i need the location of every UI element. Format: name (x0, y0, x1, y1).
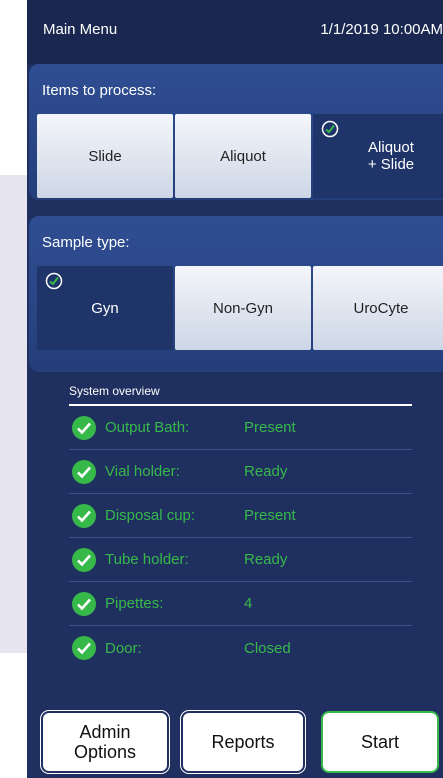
option-label: UroCyte (353, 299, 409, 317)
overview-value: Ready (244, 463, 288, 480)
datetime: 1/1/2019 10:00AM (320, 21, 443, 38)
overview-title: System overview (69, 384, 412, 406)
items-options: Slide Aliquot Aliquot + Slide (37, 114, 443, 198)
overview-value: Present (244, 507, 296, 524)
device-screen: Main Menu 1/1/2019 10:00AM Items to proc… (27, 0, 443, 778)
check-circle-icon (72, 503, 96, 528)
start-label: Start (360, 732, 399, 752)
overview-row: Door: Closed (69, 626, 412, 670)
overview-row: Output Bath: Present (69, 406, 412, 450)
reports-button[interactable]: Reports (180, 710, 306, 774)
option-aliquot[interactable]: Aliquot (175, 114, 311, 198)
overview-value: Ready (244, 551, 288, 568)
screen-title: Main Menu (43, 21, 118, 38)
overview-label: Vial holder: (105, 463, 180, 480)
check-circle-icon (72, 415, 96, 440)
overview-label: Pipettes: (105, 595, 164, 612)
option-gyn[interactable]: Gyn (37, 266, 173, 350)
sample-type-section: Sample type: Gyn Non-Gyn UroCyte (29, 216, 443, 372)
items-to-process-label: Items to process: (42, 82, 157, 99)
overview-value: 4 (244, 595, 253, 612)
overview-value: Closed (244, 639, 291, 657)
option-non-gyn[interactable]: Non-Gyn (175, 266, 311, 350)
overview-row: Tube holder: Ready (69, 538, 412, 582)
option-slide[interactable]: Slide (37, 114, 173, 198)
overview-row: Disposal cup: Present (69, 494, 412, 538)
overview-label: Tube holder: (105, 551, 189, 568)
check-circle-icon (72, 636, 96, 660)
option-label: Aliquot + Slide (367, 139, 415, 173)
overview-row: Vial holder: Ready (69, 450, 412, 494)
option-label: Non-Gyn (212, 299, 274, 317)
overview-label: Door: (105, 639, 142, 657)
option-label: Gyn (91, 299, 119, 317)
overview-label: Output Bath: (105, 419, 190, 436)
admin-options-label: Admin Options (73, 722, 137, 762)
check-circle-icon (72, 547, 96, 572)
option-urocyte[interactable]: UroCyte (313, 266, 443, 350)
option-label: Slide (88, 147, 122, 165)
reports-label: Reports (211, 732, 275, 752)
overview-label: Disposal cup: (105, 507, 196, 524)
overview-row: Pipettes: 4 (69, 582, 412, 626)
start-button[interactable]: Start (321, 711, 439, 773)
sample-type-label: Sample type: (42, 234, 130, 251)
items-to-process-section: Items to process: Slide Aliquot Aliquot … (29, 64, 443, 200)
top-bar: Main Menu 1/1/2019 10:00AM (27, 0, 443, 64)
check-circle-icon (72, 459, 96, 484)
overview-value: Present (244, 419, 296, 436)
option-aliquot-slide[interactable]: Aliquot + Slide (313, 114, 443, 198)
check-circle-icon (72, 591, 96, 616)
system-overview: System overview Output Bath: Present Via… (69, 384, 443, 670)
admin-options-button[interactable]: Admin Options (40, 710, 170, 774)
check-circle-icon (321, 120, 339, 138)
option-label: Aliquot (220, 147, 266, 165)
check-circle-icon (45, 272, 63, 290)
overview-list: Output Bath: Present Vial holder: Ready … (69, 406, 443, 670)
sample-options: Gyn Non-Gyn UroCyte (37, 266, 443, 350)
